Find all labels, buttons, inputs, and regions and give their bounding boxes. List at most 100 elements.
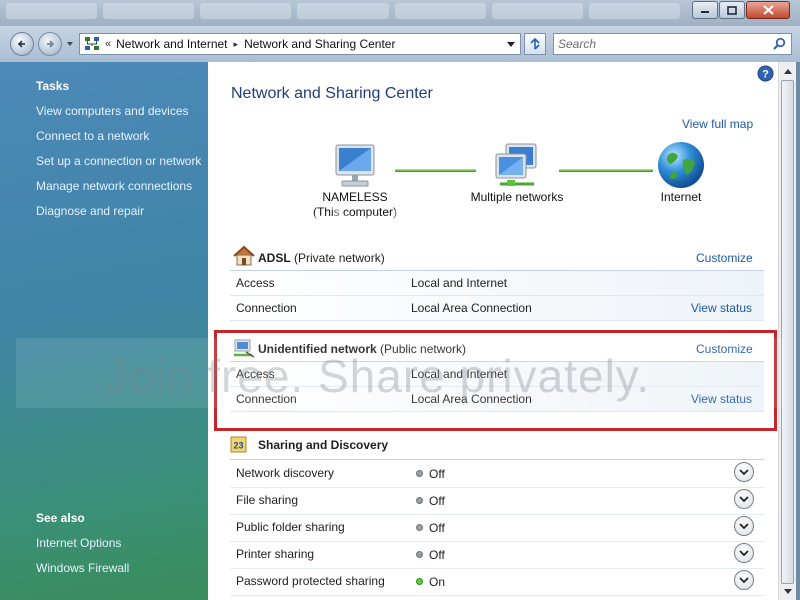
- setting-label: Network discovery: [236, 466, 335, 480]
- scroll-down-button[interactable]: [781, 584, 794, 598]
- task-manage-network-connections[interactable]: Manage network connections: [36, 179, 201, 204]
- scroll-down-icon: [783, 588, 792, 594]
- network-header-adsl: ADSL (Private network): [230, 245, 530, 266]
- status-dot-off-icon: [416, 497, 423, 504]
- network-name: ADSL: [258, 251, 291, 265]
- expand-button[interactable]: [734, 462, 754, 482]
- address-bar[interactable]: « Network and Internet ▸ Network and Sha…: [79, 33, 521, 55]
- scroll-thumb[interactable]: [781, 80, 794, 584]
- recent-pages-dropdown-icon[interactable]: [66, 40, 74, 48]
- map-this-computer[interactable]: NAMELESS (This computer): [296, 142, 414, 220]
- connection-value: Local Area Connection: [411, 301, 532, 315]
- setting-label: Printer sharing: [236, 547, 315, 561]
- table-row: Connection Local Area Connection View st…: [230, 296, 764, 321]
- search-input[interactable]: [554, 34, 754, 54]
- table-row: Access Local and Internet: [230, 271, 764, 296]
- network-type: (Private network): [294, 251, 385, 265]
- vertical-scrollbar[interactable]: [778, 62, 796, 600]
- chevron-down-icon: [739, 468, 749, 475]
- help-icon[interactable]: ?: [757, 65, 774, 82]
- search-icon[interactable]: [772, 37, 786, 51]
- see-also-list: Internet Options Windows Firewall: [36, 536, 129, 586]
- minimize-icon: [701, 11, 709, 13]
- main-content: ? Network and Sharing Center View full m…: [208, 62, 778, 600]
- multiple-networks-label: Multiple networks: [470, 190, 564, 204]
- chevron-down-icon: [739, 576, 749, 583]
- internet-label: Internet: [660, 190, 702, 204]
- refresh-button[interactable]: [524, 33, 546, 55]
- computer-icon: [335, 144, 375, 187]
- scroll-up-button[interactable]: [781, 64, 794, 78]
- maximize-icon: [727, 5, 737, 15]
- forward-button[interactable]: [38, 32, 62, 56]
- setting-label: Password protected sharing: [236, 574, 385, 588]
- expand-button[interactable]: [734, 570, 754, 590]
- title-bar: [0, 0, 800, 26]
- tasks-sidebar: Tasks View computers and devices Connect…: [0, 62, 208, 600]
- forward-arrow-icon: [47, 40, 55, 48]
- expand-button[interactable]: [734, 543, 754, 563]
- task-set-up-connection[interactable]: Set up a connection or network: [36, 154, 201, 179]
- address-overflow-chevron[interactable]: «: [105, 38, 111, 50]
- setting-label: File sharing: [236, 493, 299, 507]
- sharing-row-printer-sharing: Printer sharing Off: [230, 542, 764, 569]
- svg-text:?: ?: [762, 69, 769, 81]
- setting-state: On: [429, 575, 446, 589]
- breadcrumb-network-and-sharing-center[interactable]: Network and Sharing Center: [244, 37, 395, 51]
- link-windows-firewall[interactable]: Windows Firewall: [36, 561, 129, 586]
- address-dropdown-icon[interactable]: [506, 41, 516, 49]
- back-button[interactable]: [10, 32, 34, 56]
- view-status-link-adsl[interactable]: View status: [691, 296, 752, 321]
- expand-button[interactable]: [734, 489, 754, 509]
- window-controls: [692, 1, 790, 19]
- task-connect-to-a-network[interactable]: Connect to a network: [36, 129, 201, 154]
- page-title: Network and Sharing Center: [231, 85, 433, 102]
- background-taskbar-blur: [6, 3, 680, 19]
- status-dot-off-icon: [416, 551, 423, 558]
- see-also-heading: See also: [36, 511, 85, 525]
- breadcrumb-network-and-internet[interactable]: Network and Internet: [116, 37, 227, 51]
- highlight-annotation-box: [214, 330, 777, 431]
- address-toolbar: « Network and Internet ▸ Network and Sha…: [0, 26, 800, 62]
- view-full-map-link[interactable]: View full map: [682, 117, 753, 131]
- access-value: Local and Internet: [411, 276, 508, 290]
- map-multiple-networks[interactable]: Multiple networks: [461, 142, 573, 205]
- map-link-network-to-internet: [559, 169, 653, 172]
- close-icon: [762, 5, 774, 15]
- globe-icon: [658, 142, 704, 188]
- setting-state: Off: [429, 467, 445, 481]
- setting-state: Off: [429, 548, 445, 562]
- network-details-adsl: Access Local and Internet Connection Loc…: [230, 270, 764, 321]
- scroll-up-icon: [783, 68, 792, 74]
- close-button[interactable]: [746, 1, 790, 19]
- setting-state: Off: [429, 521, 445, 535]
- map-internet[interactable]: Internet: [644, 140, 718, 205]
- chevron-down-icon: [739, 522, 749, 529]
- search-box[interactable]: [553, 33, 792, 55]
- expand-button[interactable]: [734, 516, 754, 536]
- computer-subtitle-label: (This computer): [312, 205, 398, 219]
- sharing-row-file-sharing: File sharing Off: [230, 488, 764, 515]
- task-diagnose-and-repair[interactable]: Diagnose and repair: [36, 204, 201, 229]
- minimize-button[interactable]: [692, 1, 718, 19]
- chevron-down-icon: [739, 495, 749, 502]
- status-dot-off-icon: [416, 470, 423, 477]
- customize-link-adsl[interactable]: Customize: [696, 251, 753, 265]
- task-view-computers-and-devices[interactable]: View computers and devices: [36, 104, 201, 129]
- breadcrumb-separator-icon[interactable]: ▸: [234, 39, 239, 50]
- refresh-icon: [530, 37, 540, 50]
- maximize-button[interactable]: [719, 1, 745, 19]
- sharing-divider: [230, 459, 764, 460]
- access-label: Access: [236, 276, 275, 290]
- connection-label: Connection: [236, 301, 297, 315]
- link-internet-options[interactable]: Internet Options: [36, 536, 129, 561]
- chevron-down-icon: [739, 549, 749, 556]
- sharing-row-public-folder: Public folder sharing Off: [230, 515, 764, 542]
- tasks-list: View computers and devices Connect to a …: [36, 104, 201, 229]
- network-folder-icon: [85, 37, 99, 50]
- sharing-discovery-heading: Sharing and Discovery: [258, 438, 389, 452]
- status-dot-on-icon: [416, 578, 423, 585]
- sharing-row-password-protected: Password protected sharing On: [230, 569, 764, 596]
- tasks-heading: Tasks: [36, 79, 70, 93]
- home-network-icon: [233, 245, 255, 266]
